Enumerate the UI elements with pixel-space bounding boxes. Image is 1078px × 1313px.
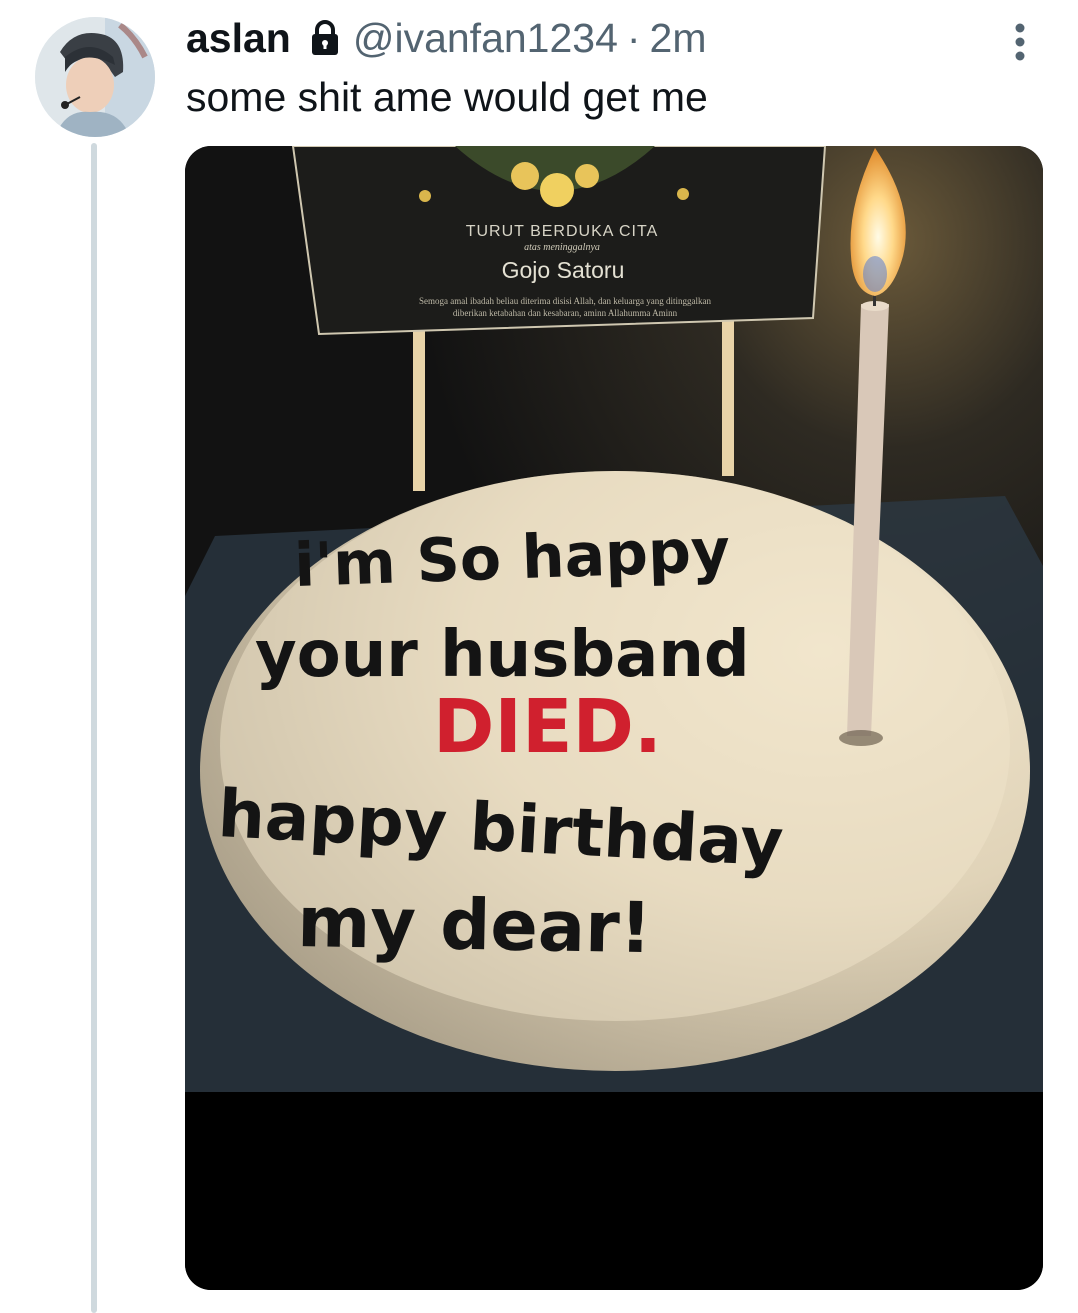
- card-subheading: atas meninggalnya: [524, 242, 600, 253]
- cake-line-3: DIED.: [433, 684, 662, 770]
- separator-dot: ·: [626, 14, 641, 61]
- card-prayer-line2: diberikan ketabahan dan kesabaran, aminn…: [453, 308, 678, 318]
- avatar[interactable]: [35, 17, 155, 137]
- tweet-photo[interactable]: TURUT BERDUKA CITA atas meninggalnya Goj…: [185, 146, 1043, 1290]
- tweet-header: aslan @ivanfan1234 · 2m: [186, 10, 707, 66]
- card-prayer-line1: Semoga amal ibadah beliau diterima disis…: [419, 296, 712, 306]
- avatar-image: [35, 17, 155, 137]
- display-name[interactable]: aslan: [186, 15, 291, 62]
- thread-line: [91, 143, 97, 1313]
- tweet: aslan @ivanfan1234 · 2m some shit ame wo…: [0, 0, 1078, 1313]
- lock-icon: [309, 19, 341, 57]
- tweet-text: some shit ame would get me: [186, 74, 708, 120]
- condolence-card: TURUT BERDUKA CITA atas meninggalnya Goj…: [291, 146, 827, 336]
- more-vertical-icon: [1015, 23, 1025, 61]
- timestamp[interactable]: 2m: [650, 15, 707, 62]
- card-heading: TURUT BERDUKA CITA: [466, 223, 659, 240]
- cake-photo: TURUT BERDUKA CITA atas meninggalnya Goj…: [185, 146, 1043, 1290]
- user-handle[interactable]: @ivanfan1234: [353, 15, 618, 62]
- more-button[interactable]: [1000, 18, 1040, 66]
- cake-line-2: your husband: [255, 618, 750, 692]
- cake-line-5: my dear!: [297, 881, 653, 969]
- card-name: Gojo Satoru: [502, 257, 625, 283]
